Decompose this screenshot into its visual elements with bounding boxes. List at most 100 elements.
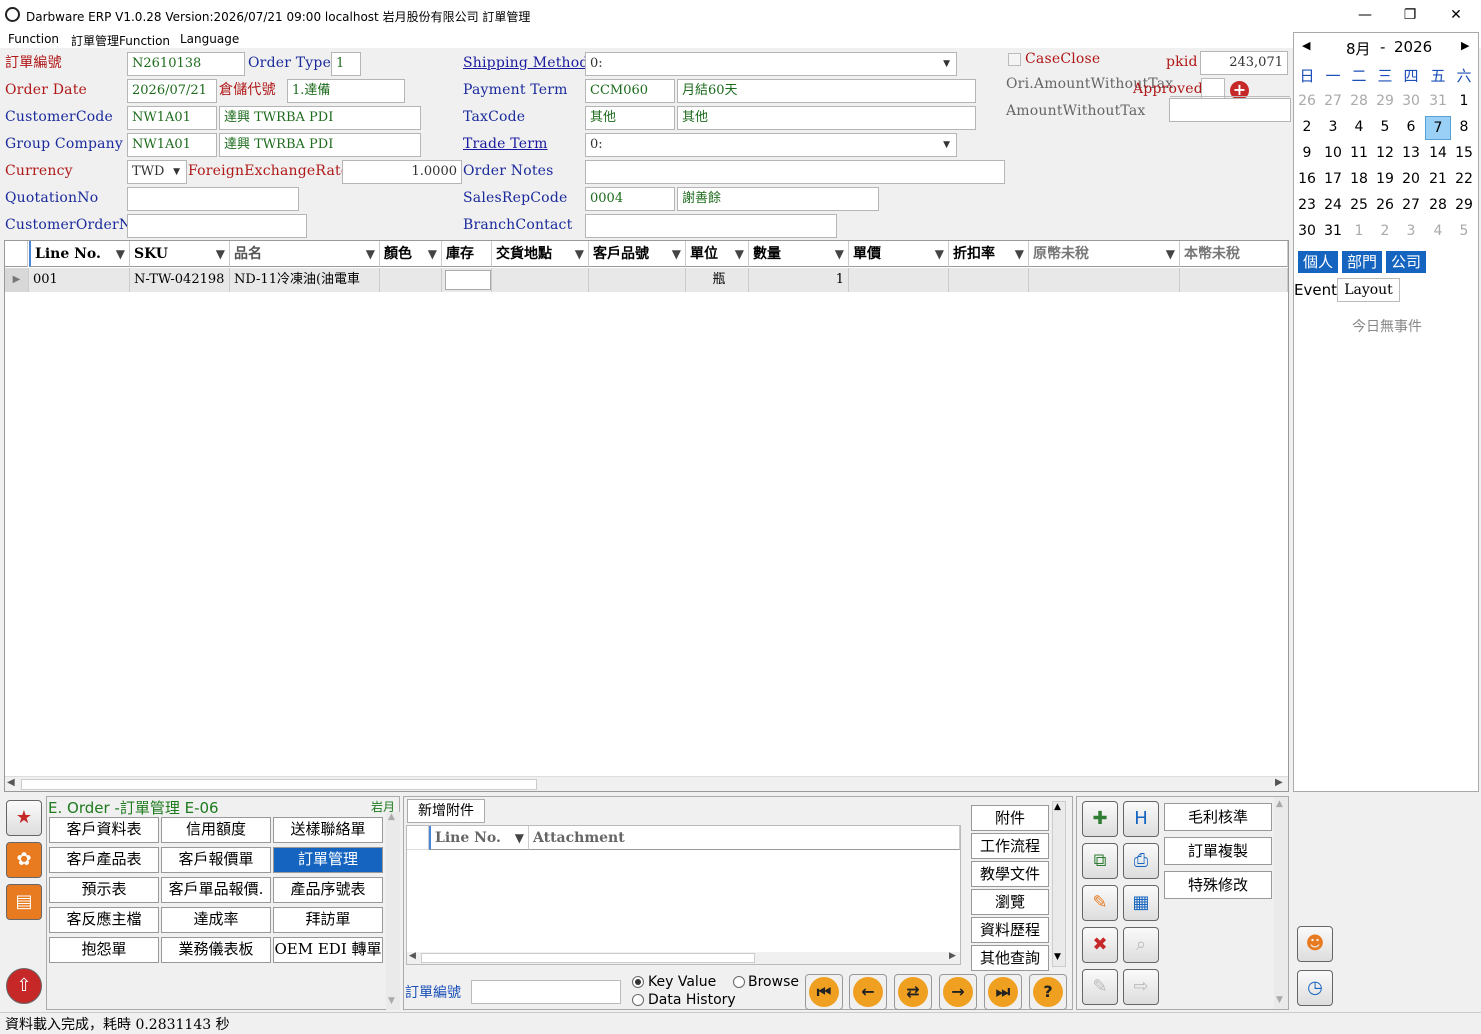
module-button[interactable]: 產品序號表 xyxy=(273,877,383,903)
menu-function[interactable]: Function xyxy=(8,32,59,46)
customer-code-field[interactable]: NW1A01 xyxy=(127,106,217,130)
module-button[interactable]: 達成率 xyxy=(161,907,271,933)
calendar-day[interactable]: 27 xyxy=(1398,194,1424,216)
trade-term-label[interactable]: Trade Term xyxy=(463,134,548,154)
calendar-day[interactable]: 26 xyxy=(1294,90,1320,112)
calendar-day[interactable]: 30 xyxy=(1398,90,1424,112)
attach-scrollbar[interactable]: ◀ ▶ xyxy=(407,951,960,964)
cell-color[interactable] xyxy=(380,268,442,292)
layout-button[interactable]: Layout xyxy=(1337,278,1400,302)
calendar-day[interactable]: 19 xyxy=(1372,168,1398,190)
filter-icon[interactable]: ▼ xyxy=(216,241,225,266)
radio-data-history[interactable] xyxy=(632,994,644,1006)
calendar-day[interactable]: 28 xyxy=(1346,90,1372,112)
side-button[interactable]: 附件 xyxy=(971,805,1049,831)
cell-delivery-place[interactable] xyxy=(492,268,589,292)
help-button[interactable]: ? xyxy=(1029,974,1067,1010)
calendar-day[interactable]: 5 xyxy=(1372,116,1398,138)
filter-icon[interactable]: ▼ xyxy=(366,241,375,266)
cell-unit[interactable]: 瓶 xyxy=(686,268,749,292)
scroll-left-icon[interactable]: ◀ xyxy=(409,951,416,961)
cell-ori-amount[interactable] xyxy=(1029,268,1180,292)
new-document-icon[interactable]: ✚ xyxy=(1082,801,1118,837)
quotation-field[interactable] xyxy=(127,187,299,211)
module-button[interactable]: 客戶單品報價. xyxy=(161,877,271,903)
scroll-right-icon[interactable]: ▶ xyxy=(1275,777,1283,788)
filter-icon[interactable]: ▼ xyxy=(735,241,744,266)
module-button[interactable]: 業務儀表板 xyxy=(161,937,271,963)
next-record-button[interactable]: → xyxy=(939,974,977,1010)
prev-month-icon[interactable]: ◀ xyxy=(1302,39,1310,52)
tab-company[interactable]: 公司 xyxy=(1386,251,1426,273)
calendar-day[interactable]: 8 xyxy=(1451,116,1477,138)
module-button[interactable]: 預示表 xyxy=(49,877,159,903)
side-button[interactable]: 瀏覽 xyxy=(971,889,1049,915)
col-ori-amount[interactable]: 原幣未稅 ▼ xyxy=(1029,241,1180,267)
caseclose-checkbox[interactable] xyxy=(1008,53,1021,66)
module-button[interactable]: 客反應主檔 xyxy=(49,907,159,933)
payment-name-field[interactable]: 月結60天 xyxy=(677,79,976,103)
scroll-down-icon[interactable]: ▼ xyxy=(1054,952,1061,962)
customer-order-field[interactable] xyxy=(127,214,307,238)
filter-icon[interactable]: ▼ xyxy=(1166,241,1175,266)
module-button[interactable]: OEM EDI 轉單 xyxy=(273,937,383,963)
stock-input[interactable] xyxy=(445,270,491,290)
scroll-down-icon[interactable]: ▼ xyxy=(1276,995,1283,1005)
calendar-day[interactable]: 16 xyxy=(1294,168,1320,190)
calendar-day[interactable]: 3 xyxy=(1398,220,1424,242)
calendar-day[interactable]: 25 xyxy=(1346,194,1372,216)
robot-icon[interactable]: ☻ xyxy=(1297,926,1333,962)
col-line-no[interactable]: Line No. ▼ xyxy=(29,241,130,267)
scroll-down-icon[interactable]: ▼ xyxy=(388,996,395,1006)
scroll-up-icon[interactable]: ▲ xyxy=(388,812,395,822)
calendar-day[interactable]: 11 xyxy=(1346,142,1372,164)
order-date-field[interactable]: 2026/07/21 xyxy=(127,79,217,103)
calendar-day[interactable]: 22 xyxy=(1451,168,1477,190)
col-sku[interactable]: SKU ▼ xyxy=(130,241,230,267)
save-as-icon[interactable]: H xyxy=(1123,801,1159,837)
calendar-day[interactable]: 26 xyxy=(1372,194,1398,216)
cell-local-amount[interactable] xyxy=(1180,268,1288,292)
calendar-day[interactable]: 27 xyxy=(1320,90,1346,112)
col-price[interactable]: 單價 ▼ xyxy=(849,241,949,267)
salesrep-code-field[interactable]: 0004 xyxy=(585,187,675,211)
col-stock[interactable]: 庫存 xyxy=(442,241,492,267)
radio-browse[interactable] xyxy=(733,976,745,988)
tax-code-field[interactable]: 其他 xyxy=(585,106,675,130)
edit-document-icon[interactable]: ✎ xyxy=(1082,885,1118,921)
gross-margin-approve-button[interactable]: 毛利核準 xyxy=(1164,803,1272,831)
order-notes-field[interactable] xyxy=(585,160,1005,184)
col-local-amount[interactable]: 本幣未稅 xyxy=(1180,241,1288,267)
payment-code-field[interactable]: CCM060 xyxy=(585,79,675,103)
calendar-day[interactable]: 9 xyxy=(1294,142,1320,164)
scroll-right-icon[interactable]: ▶ xyxy=(949,951,956,961)
cell-price[interactable] xyxy=(849,268,949,292)
print-icon[interactable]: ⎙ xyxy=(1123,843,1159,879)
module-button[interactable]: 客戶報價單 xyxy=(161,847,271,873)
side-button[interactable]: 教學文件 xyxy=(971,861,1049,887)
filter-icon[interactable]: ▼ xyxy=(116,241,125,266)
branch-contact-field[interactable] xyxy=(585,214,837,238)
menu-language[interactable]: Language xyxy=(180,32,239,46)
shipping-method-label[interactable]: Shipping Method xyxy=(463,53,589,73)
action-scrollbar[interactable]: ▲ ▼ xyxy=(1274,797,1288,1009)
prev-record-button[interactable]: ← xyxy=(849,974,887,1010)
calendar-day[interactable]: 3 xyxy=(1320,116,1346,138)
calendar-day[interactable]: 28 xyxy=(1425,194,1451,216)
col-name[interactable]: 品名 ▼ xyxy=(230,241,380,267)
calendar-day[interactable]: 31 xyxy=(1425,90,1451,112)
filter-icon[interactable]: ▼ xyxy=(1015,241,1024,266)
last-record-button[interactable]: ⏭ xyxy=(984,974,1022,1010)
calendar-day[interactable]: 23 xyxy=(1294,194,1320,216)
module-scrollbar[interactable]: ▲ ▼ xyxy=(386,812,400,1010)
module-button[interactable]: 訂單管理 xyxy=(273,847,383,873)
cell-customer-sku[interactable] xyxy=(589,268,686,292)
calendar-day[interactable]: 14 xyxy=(1425,142,1451,164)
filter-icon[interactable]: ▼ xyxy=(575,241,584,266)
module-button[interactable]: 拜訪單 xyxy=(273,907,383,933)
currency-select[interactable]: TWD xyxy=(127,160,187,184)
scroll-thumb[interactable] xyxy=(421,953,755,963)
salesrep-name-field[interactable]: 謝善餘 xyxy=(677,187,879,211)
filter-icon[interactable]: ▼ xyxy=(515,826,524,849)
module-button[interactable]: 客戶產品表 xyxy=(49,847,159,873)
